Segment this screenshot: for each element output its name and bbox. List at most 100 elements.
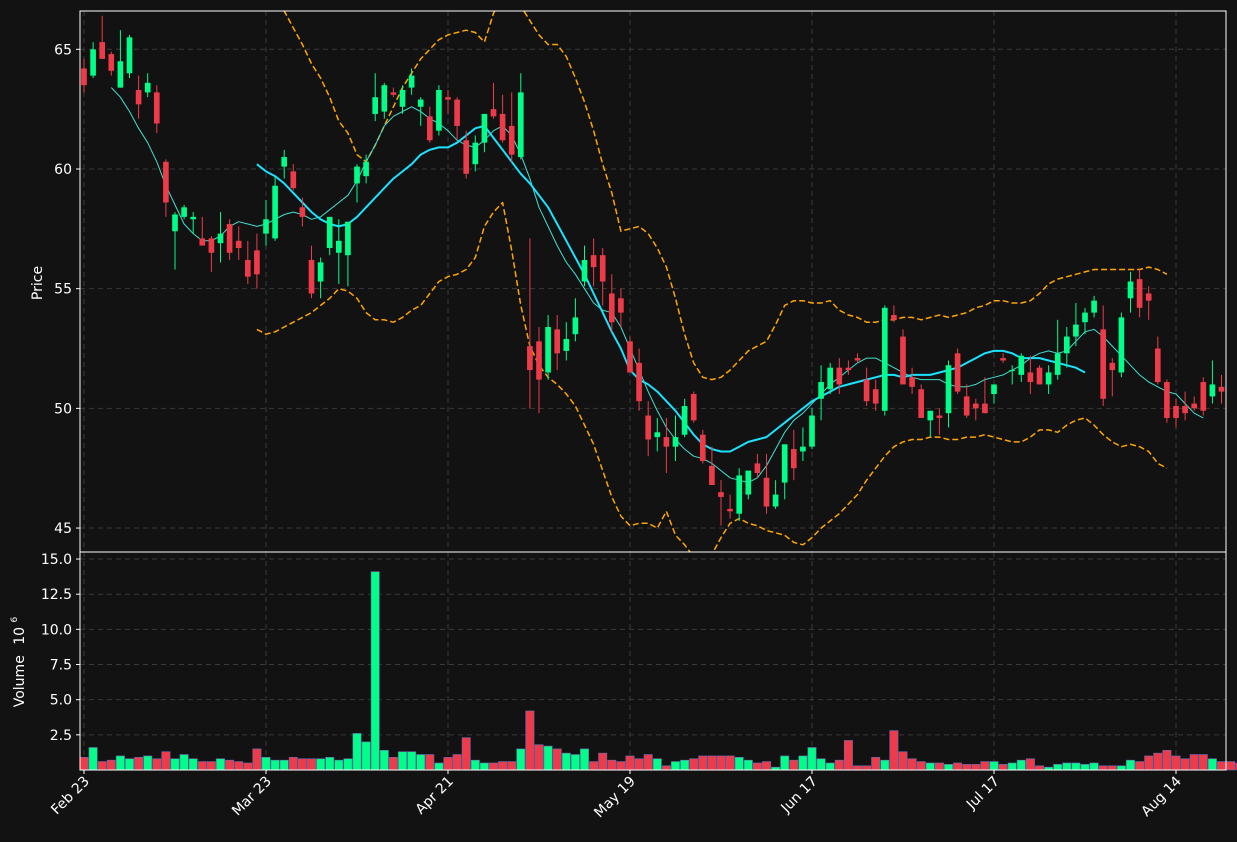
volume-bar xyxy=(334,759,344,771)
candle-body xyxy=(900,336,906,385)
volume-bar xyxy=(580,748,589,771)
candle-body xyxy=(135,89,142,105)
candle-body xyxy=(736,475,743,514)
candle-body xyxy=(809,415,815,447)
volume-bar xyxy=(1025,758,1035,771)
volume-bar xyxy=(1180,758,1190,771)
candle-body xyxy=(545,326,551,373)
volume-bar xyxy=(88,747,98,771)
candle-body xyxy=(918,389,925,418)
candle-body xyxy=(991,384,997,395)
candle-body xyxy=(645,415,652,440)
candle-body xyxy=(790,449,797,469)
volume-bar xyxy=(461,737,471,771)
candle-body xyxy=(1136,279,1143,308)
volume-bar xyxy=(1107,765,1117,771)
candle-body xyxy=(463,140,470,174)
volume-bar xyxy=(225,759,235,771)
candle-body xyxy=(845,367,852,371)
candle-body xyxy=(417,99,424,107)
volume-bar xyxy=(671,761,680,771)
volume-bar xyxy=(889,730,899,771)
volume-bar xyxy=(361,741,371,771)
volume-bar xyxy=(1071,762,1081,771)
candle-body xyxy=(408,75,415,88)
volume-bar xyxy=(944,764,953,771)
candle-body xyxy=(718,492,724,497)
volume-bar xyxy=(743,759,753,771)
volume-bar xyxy=(570,754,580,771)
candle-body xyxy=(745,470,752,495)
volume-bar xyxy=(370,571,380,771)
candle-body xyxy=(982,403,988,414)
price-tick-label: 65 xyxy=(54,42,72,58)
volume-bar xyxy=(379,750,389,771)
volume-bar xyxy=(316,758,326,771)
candle-body xyxy=(454,99,460,126)
candle-body xyxy=(117,61,124,88)
volume-bar xyxy=(115,755,125,771)
volume-bar xyxy=(498,761,508,771)
volume-bar xyxy=(853,765,862,771)
volume-bar xyxy=(916,761,926,771)
candle-body xyxy=(963,396,970,416)
volume-bar xyxy=(216,758,225,771)
volume-bar xyxy=(807,747,817,771)
volume-tick-label: 5.0 xyxy=(50,693,72,709)
volume-bar xyxy=(825,762,835,771)
candle-body xyxy=(827,367,834,390)
volume-bar xyxy=(325,757,335,771)
volume-bar xyxy=(552,748,562,771)
candle-body xyxy=(554,329,561,354)
candle-body xyxy=(381,85,388,112)
candle-body xyxy=(909,377,915,387)
candle-body xyxy=(208,238,215,253)
volume-bar xyxy=(1198,754,1208,771)
volume-bar xyxy=(707,755,717,771)
volume-bar xyxy=(816,758,826,771)
volume-bar xyxy=(261,757,271,771)
candle-body xyxy=(199,238,206,246)
volume-bar xyxy=(561,752,571,771)
candle-body xyxy=(627,341,633,373)
volume-bar xyxy=(880,759,890,771)
candle-body xyxy=(972,403,979,409)
volume-bar xyxy=(307,758,316,771)
volume-bar xyxy=(206,761,216,771)
candle-body xyxy=(172,214,178,232)
volume-bar xyxy=(470,759,480,771)
volume-bar xyxy=(625,755,635,771)
candle-body xyxy=(1127,281,1134,299)
volume-bar xyxy=(589,761,599,771)
volume-bar xyxy=(1016,759,1026,771)
candle-body xyxy=(681,405,688,435)
candle-body xyxy=(445,97,451,100)
candle-body xyxy=(872,389,879,404)
volume-bar xyxy=(971,764,981,771)
candle-body xyxy=(936,415,943,418)
volume-bar xyxy=(716,755,726,771)
candle-body xyxy=(754,463,761,474)
candle-body xyxy=(1118,317,1125,373)
candle-body xyxy=(781,444,788,483)
volume-bar xyxy=(980,761,990,771)
candle-body xyxy=(372,97,379,114)
volume-bar xyxy=(152,758,162,771)
volume-axis-label-text: Volume xyxy=(12,655,28,707)
candle-body xyxy=(363,161,369,177)
volume-bar xyxy=(234,761,244,771)
volume-bar xyxy=(652,758,662,771)
candle-body xyxy=(891,315,897,320)
price-tick-label: 55 xyxy=(54,282,72,298)
volume-bar xyxy=(762,761,771,771)
volume-bar xyxy=(843,740,853,771)
volume-bar xyxy=(97,761,107,771)
volume-bar xyxy=(288,757,298,771)
candle-body xyxy=(108,54,115,71)
candle-body xyxy=(244,259,251,277)
volume-bar xyxy=(1135,761,1145,771)
candle-body xyxy=(690,394,697,421)
volume-bar xyxy=(925,762,935,771)
candle-body xyxy=(1173,405,1179,418)
volume-bar xyxy=(534,744,544,771)
